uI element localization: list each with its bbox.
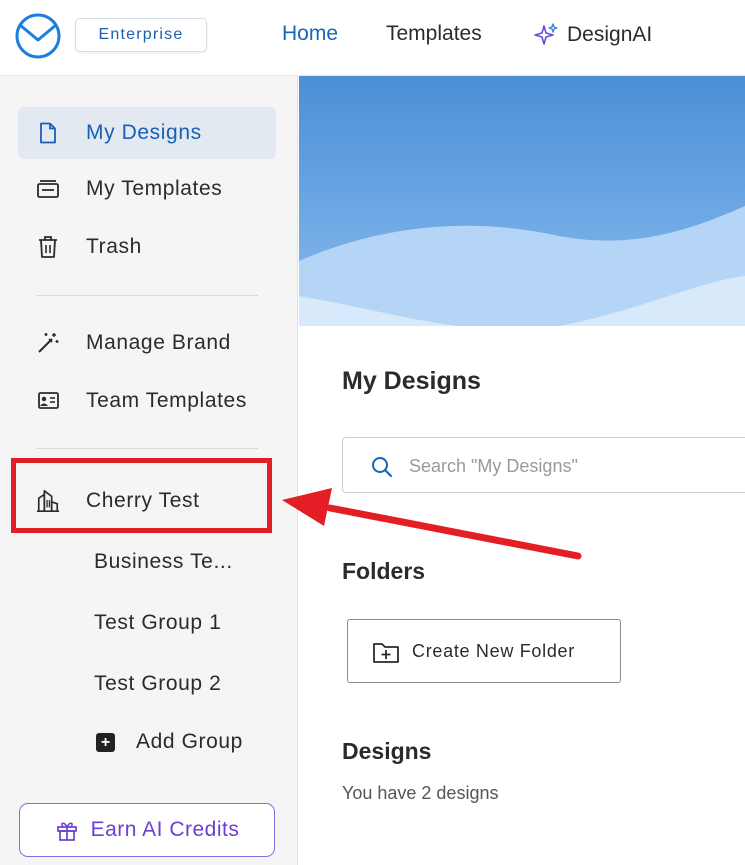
designs-heading: Designs — [342, 738, 432, 764]
group-item[interactable]: Test Group 1 — [94, 611, 221, 635]
top-bar: Enterprise Home Templates DesignAI — [0, 0, 745, 76]
app-window: Enterprise Home Templates DesignAI My De… — [0, 0, 745, 865]
sidebar-item-team-templates[interactable]: Team Templates — [18, 375, 276, 427]
plus-square-icon: + — [96, 732, 115, 752]
sidebar-divider — [37, 448, 258, 449]
create-new-folder-button[interactable]: Create New Folder — [347, 619, 621, 683]
nav-home[interactable]: Home — [282, 22, 338, 46]
templates-icon — [36, 177, 60, 201]
sidebar-item-label: Trash — [86, 235, 142, 258]
app-logo-icon[interactable] — [14, 12, 62, 60]
team-templates-icon — [36, 389, 60, 413]
annotation-arrow-icon — [282, 488, 582, 560]
enterprise-badge: Enterprise — [75, 18, 207, 52]
sparkle-icon — [534, 23, 558, 45]
nav-designai-label: DesignAI — [567, 23, 653, 46]
nav-templates[interactable]: Templates — [386, 22, 482, 46]
trash-icon — [36, 235, 60, 259]
group-item[interactable]: Business Te... — [94, 550, 233, 574]
document-icon — [36, 121, 60, 145]
sidebar-item-label: My Designs — [86, 121, 202, 144]
sidebar-item-manage-brand[interactable]: Manage Brand — [18, 317, 276, 369]
sidebar-item-my-designs[interactable]: My Designs — [18, 107, 276, 159]
sidebar-item-trash[interactable]: Trash — [18, 221, 276, 273]
nav-designai[interactable]: DesignAI — [533, 22, 652, 48]
gift-icon — [56, 822, 77, 841]
group-item[interactable]: Test Group 2 — [94, 672, 221, 696]
add-group-button[interactable]: + Add Group — [96, 730, 243, 754]
designs-count: You have 2 designs — [342, 783, 499, 803]
create-new-folder-label: Create New Folder — [412, 640, 575, 661]
folder-plus-icon — [373, 643, 399, 663]
sidebar-item-label: Team Templates — [86, 389, 247, 412]
sidebar-item-label: My Templates — [86, 177, 223, 200]
hero-banner — [299, 76, 745, 336]
sidebar-divider — [37, 295, 258, 296]
magic-wand-icon — [36, 331, 60, 355]
sidebar-item-my-templates[interactable]: My Templates — [18, 163, 276, 215]
earn-ai-credits-button[interactable]: Earn AI Credits — [19, 803, 275, 857]
page-title: My Designs — [342, 367, 481, 395]
add-group-label: Add Group — [136, 730, 243, 753]
earn-ai-credits-label: Earn AI Credits — [90, 818, 240, 841]
sidebar-item-label: Manage Brand — [86, 331, 231, 354]
highlight-box — [11, 458, 272, 533]
